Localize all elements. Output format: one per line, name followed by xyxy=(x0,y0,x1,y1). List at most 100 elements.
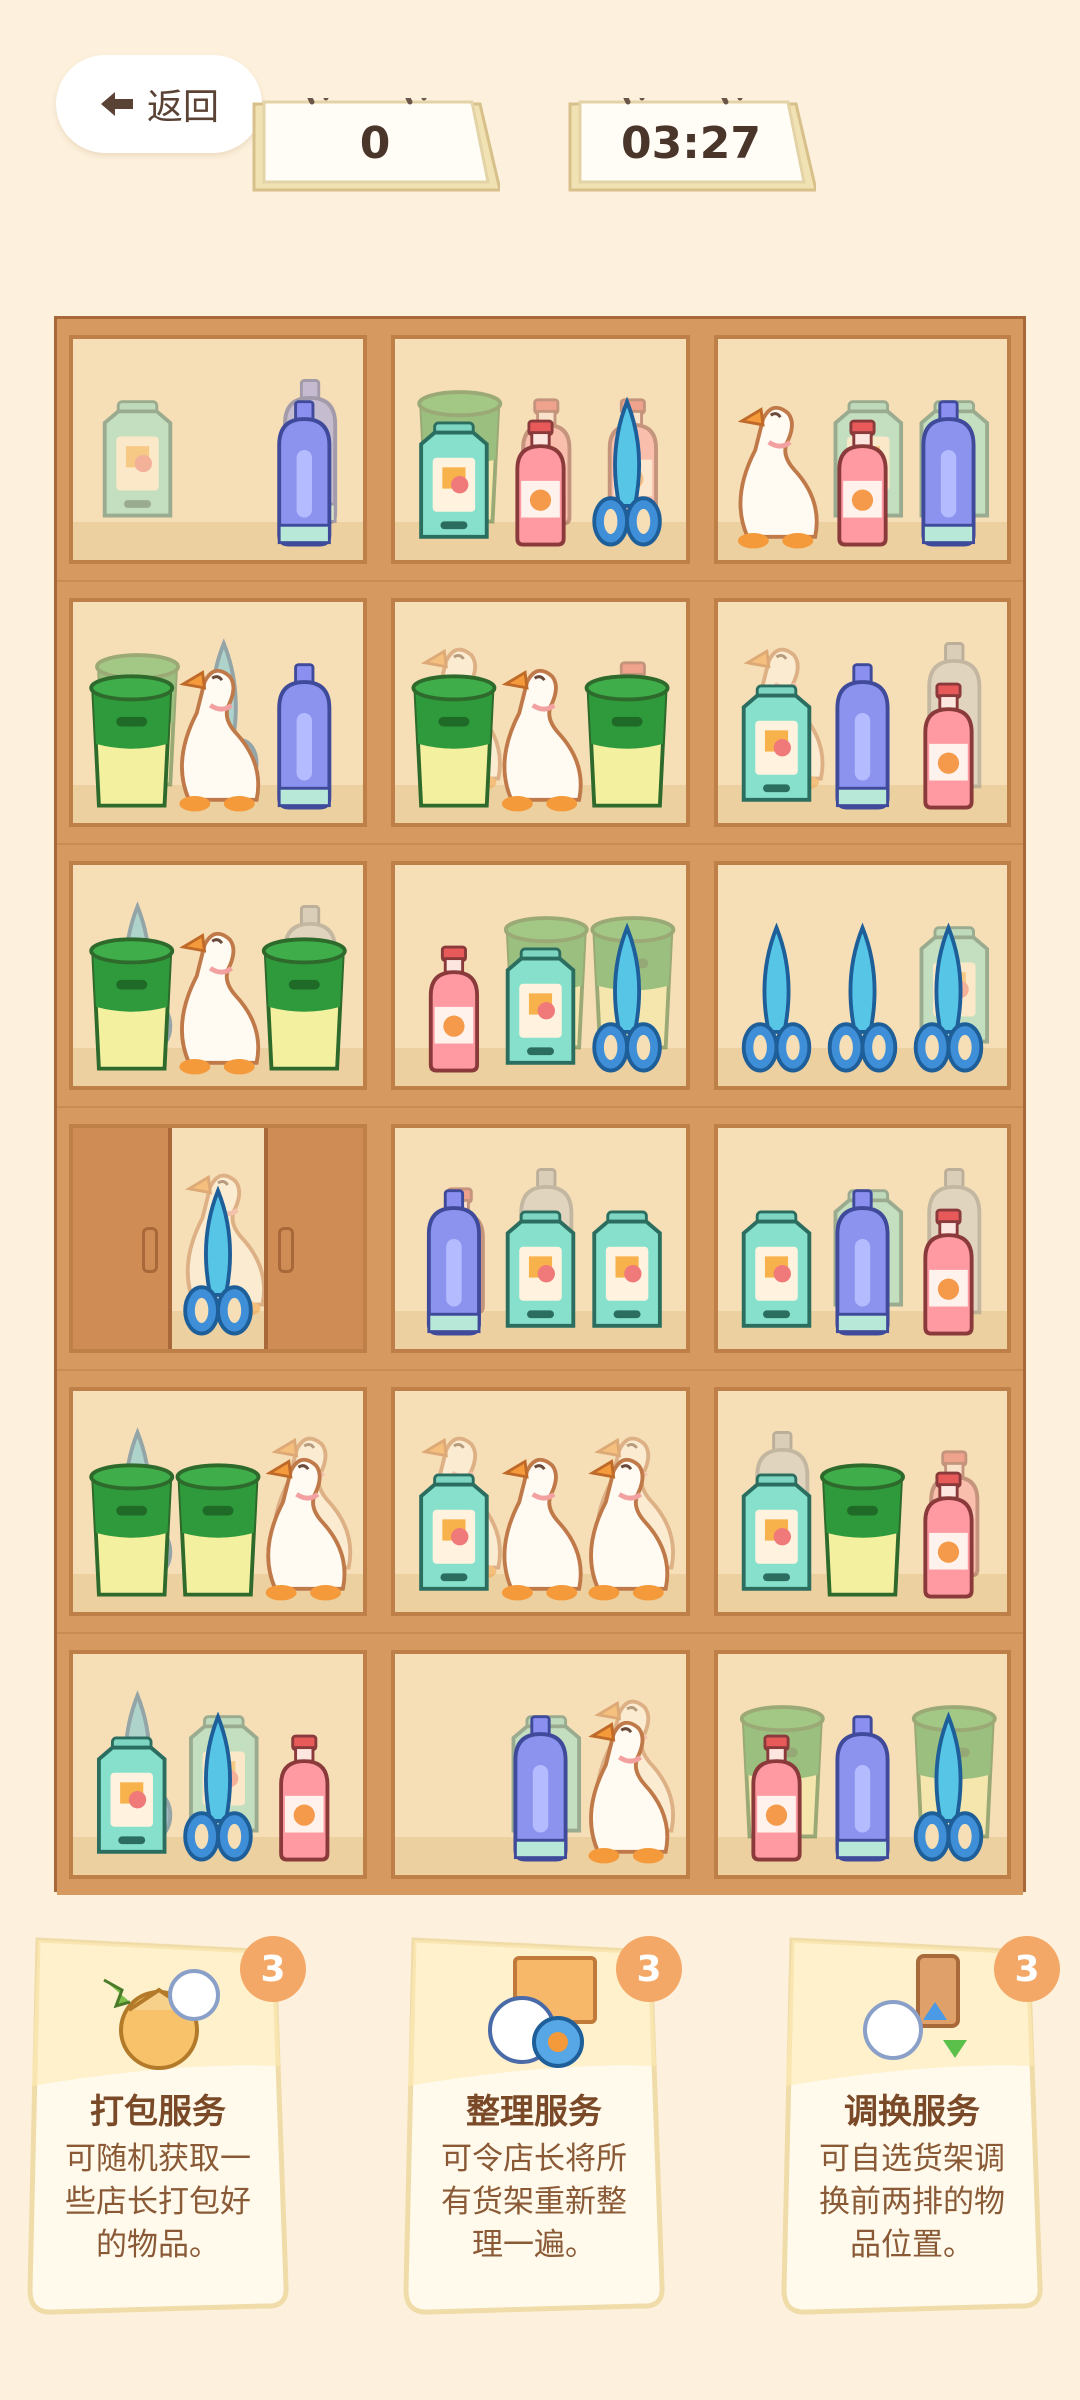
cup-item xyxy=(175,1463,261,1597)
timer-value: 03:27 xyxy=(620,118,762,169)
juice-item xyxy=(428,945,480,1073)
cup-item xyxy=(261,937,347,1071)
shelf-interior xyxy=(714,1124,1011,1353)
goose-item xyxy=(501,1457,583,1601)
card-count-badge: 3 xyxy=(616,1936,682,2002)
bottle-blue-item xyxy=(921,400,976,547)
bottle-blue-item xyxy=(277,400,332,547)
back-arrow-icon xyxy=(100,92,133,116)
shelf-slot[interactable] xyxy=(379,1371,702,1632)
back-button[interactable]: 返回 xyxy=(56,55,262,153)
shelf-slot[interactable] xyxy=(57,1108,379,1369)
score-value: 0 xyxy=(359,118,391,169)
timer-counter: 03:27 xyxy=(566,98,816,194)
door-handle xyxy=(141,1227,158,1274)
shelf-interior xyxy=(69,1124,367,1353)
card-description: 可令店长将所 有货架重新整 理一遍。 xyxy=(424,2138,644,2267)
shelf-interior xyxy=(69,1650,367,1879)
desc-line: 换前两排的物 xyxy=(819,2184,1005,2220)
lantern-item xyxy=(741,684,812,802)
card-description: 可自选货架调 换前两排的物 品位置。 xyxy=(802,2138,1022,2267)
desc-line: 品位置。 xyxy=(850,2227,974,2263)
shelf-slot[interactable] xyxy=(379,319,702,580)
cup-item xyxy=(820,1463,905,1597)
cup-item xyxy=(89,937,175,1071)
bottle-blue-item xyxy=(513,1715,568,1862)
shelf-slot[interactable] xyxy=(702,845,1023,1106)
cup-item xyxy=(89,1463,175,1597)
shelf-items xyxy=(739,1705,997,1862)
service-card-1[interactable]: 3 打包服务 可随机获取一 些店长打包好 的物品。 xyxy=(24,1936,306,2318)
shelf-items xyxy=(89,1427,353,1601)
shelf-interior xyxy=(391,1124,690,1353)
shelf-items xyxy=(419,1436,676,1601)
lantern-item xyxy=(505,947,576,1065)
shelf-slot[interactable] xyxy=(702,1634,1023,1895)
shelf-items xyxy=(426,1168,662,1336)
shelf-items xyxy=(411,647,670,812)
shelf-slot[interactable] xyxy=(702,582,1023,843)
card-description: 可随机获取一 些店长打包好 的物品。 xyxy=(48,2138,268,2267)
desc-line: 些店长打包好 xyxy=(65,2184,251,2220)
desc-line: 有货架重新整 xyxy=(441,2184,627,2220)
desc-line: 的物品。 xyxy=(96,2227,220,2263)
shelf-slot[interactable] xyxy=(379,1634,702,1895)
card-title: 调换服务 xyxy=(844,2092,980,2132)
cabinet-door-right xyxy=(264,1128,363,1349)
shelf-slot[interactable] xyxy=(57,319,379,580)
goose-item xyxy=(737,405,819,549)
score-counter: 0 xyxy=(250,98,500,194)
service-card-3[interactable]: 3 调换服务 可自选货架调 换前两排的物 品位置。 xyxy=(778,1936,1060,2318)
goose-item xyxy=(501,668,583,812)
shelf-items xyxy=(741,922,990,1073)
service-card-2[interactable]: 3 整理服务 可令店长将所 有货架重新整 理一遍。 xyxy=(400,1936,682,2318)
shelf-items xyxy=(89,638,332,812)
shelf-items xyxy=(737,400,990,549)
lantern-item xyxy=(419,421,489,539)
shelf-interior xyxy=(391,598,690,827)
swap-icon xyxy=(863,1954,967,2060)
lantern-item xyxy=(96,1736,167,1854)
organize-icon xyxy=(488,1956,597,2068)
cup-item xyxy=(584,674,670,808)
goose-item xyxy=(179,931,261,1075)
back-label: 返回 xyxy=(146,87,219,128)
shelf-interior xyxy=(69,598,367,827)
shelf-slot[interactable] xyxy=(702,1108,1023,1369)
lantern-item xyxy=(102,400,173,518)
shelf-interior xyxy=(391,1650,690,1879)
shelf-slot[interactable] xyxy=(57,1634,379,1895)
juice-item xyxy=(279,1734,330,1862)
shelf-interior xyxy=(714,1387,1011,1616)
scissors-item xyxy=(827,922,898,1073)
shelf-items xyxy=(89,901,347,1075)
package-icon xyxy=(103,1969,220,2070)
bottle-blue-item xyxy=(835,1189,890,1336)
shelf-slot[interactable] xyxy=(57,845,379,1106)
bottle-blue-item xyxy=(277,663,332,810)
shelf-slot[interactable] xyxy=(702,1371,1023,1632)
shelf-slot[interactable] xyxy=(379,1108,702,1369)
shelf-board xyxy=(54,316,1026,1895)
shelf-slot[interactable] xyxy=(57,1371,379,1632)
shelf-interior xyxy=(69,335,367,564)
lantern-item xyxy=(741,1210,812,1328)
shelf-items xyxy=(741,1431,980,1599)
shelf-slot[interactable] xyxy=(379,582,702,843)
shelf-interior xyxy=(714,861,1011,1090)
desc-line: 可自选货架调 xyxy=(819,2141,1005,2177)
card-count-badge: 3 xyxy=(240,1936,306,2002)
door-handle xyxy=(278,1227,295,1274)
desc-line: 理一遍。 xyxy=(472,2227,596,2263)
shelf-slot[interactable] xyxy=(702,319,1023,580)
card-title: 整理服务 xyxy=(466,2092,602,2132)
shelf-interior xyxy=(714,335,1011,564)
cabinet-door-left xyxy=(73,1128,172,1349)
bottle-blue-item xyxy=(426,1189,481,1336)
shelf-items xyxy=(102,379,338,547)
shelf-items xyxy=(96,1690,330,1862)
shelf-slot[interactable] xyxy=(57,582,379,843)
cup-item xyxy=(89,674,175,808)
shelf-slot[interactable] xyxy=(379,845,702,1106)
lantern-item xyxy=(419,1473,489,1591)
